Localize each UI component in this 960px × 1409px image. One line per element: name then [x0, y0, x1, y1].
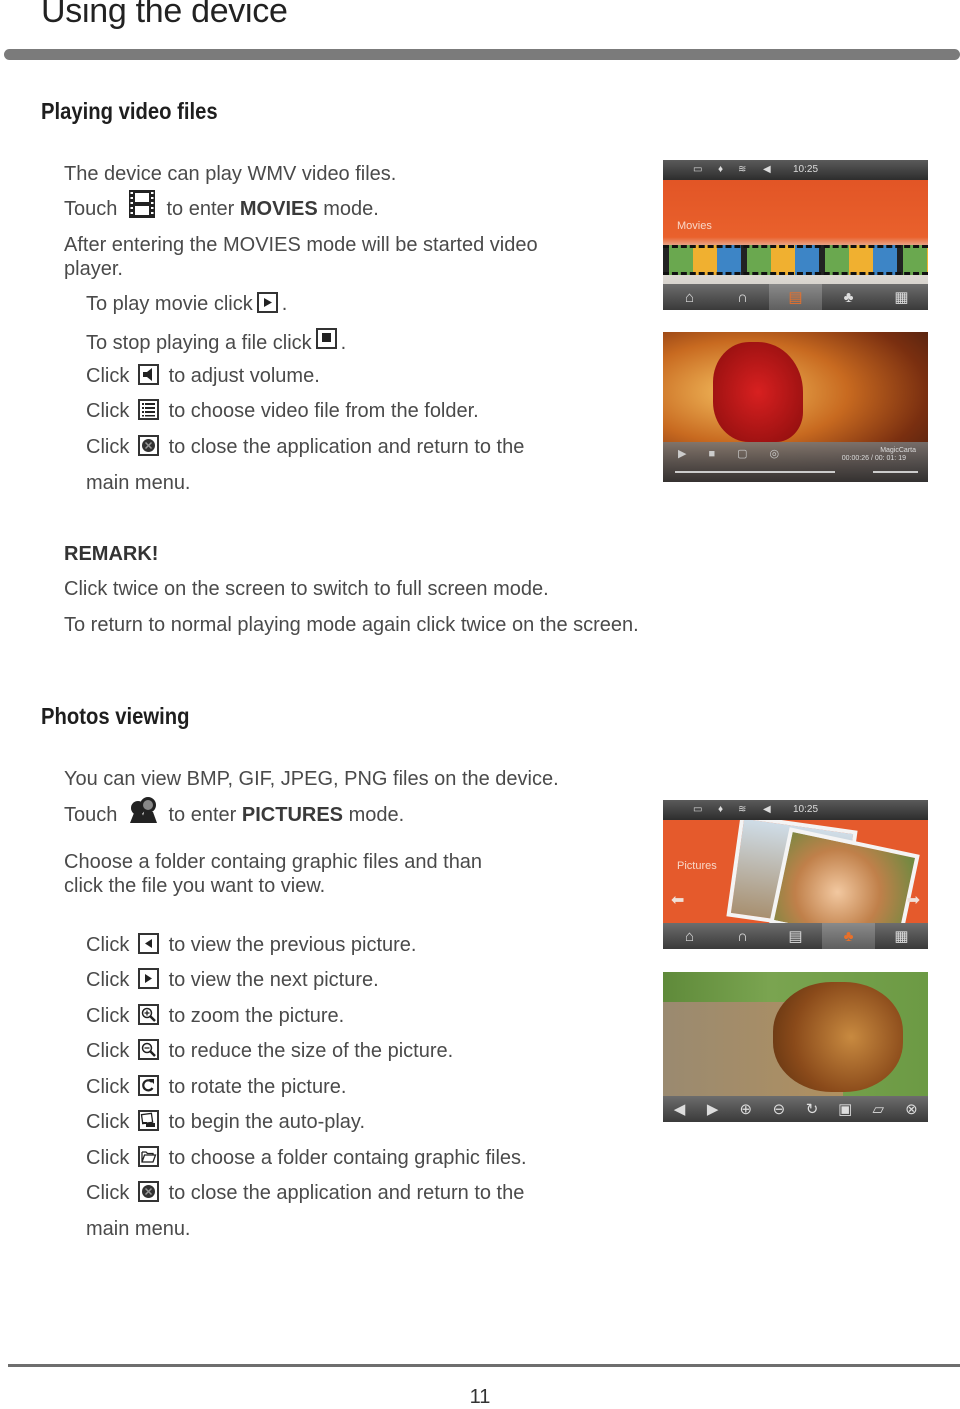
video-touch-line: Touch to enter MOVIES mode.: [64, 190, 379, 221]
picture-viewer-screenshot: ◀ ▶ ⊕ ⊖ ↻ ▣ ▱ ⊗: [663, 972, 928, 1122]
movies-menu-screenshot: ▭ ♦ ≋ ◀ 10:25 Movies ⌂ ∩ ▤ ♣ ▦: [663, 160, 928, 310]
photos-choose-line2: click the file you want to view.: [64, 875, 326, 897]
status-bar: ▭ ♦ ≋ ◀ 10:25: [663, 160, 928, 180]
pictures-icon: [129, 797, 157, 823]
close-instruction-video-cont: main menu.: [86, 472, 191, 494]
dock-pictures-icon: ♣: [843, 288, 854, 306]
folder-instruction: Click to choose a folder containg graphi…: [86, 1146, 527, 1169]
video-intro: The device can play WMV video files.: [64, 163, 397, 185]
folder-icon: [138, 1146, 159, 1167]
top-divider: [4, 49, 960, 60]
tb-close-icon: ⊗: [905, 1101, 918, 1118]
video-after-line2: player.: [64, 258, 123, 280]
dock-pictures-icon: ♣: [822, 923, 875, 949]
close-instruction-video: Click to close the application and retur…: [86, 435, 525, 458]
tb-previous-icon: ◀: [673, 1101, 686, 1118]
page-title: Using the device: [41, 0, 288, 30]
slideshow-instruction: Click to begin the auto-play.: [86, 1110, 365, 1133]
close-icon: [138, 435, 159, 456]
photos-intro: You can view BMP, GIF, JPEG, PNG files o…: [64, 768, 559, 790]
screen-label: Movies: [677, 220, 712, 232]
tb-folder-icon: ▱: [872, 1101, 885, 1118]
play-icon: [256, 292, 278, 313]
mode-name: PICTURES: [241, 804, 344, 826]
dock-music-icon: ∩: [737, 927, 748, 945]
screen-dock: ⌂ ∩ ▤ ♣ ▦: [663, 284, 928, 310]
volume-icon: [138, 364, 159, 385]
previous-icon: [138, 933, 159, 954]
page-number: 11: [469, 1386, 491, 1408]
section-heading-photos: Photos viewing: [41, 703, 190, 729]
player-time: 00:00:26 / 00: 01: 19: [841, 455, 906, 462]
dock-music-icon: ∩: [737, 288, 748, 306]
tb-rotate-icon: ↻: [805, 1101, 819, 1118]
stop-icon: [315, 328, 337, 349]
zoom-in-instruction: Click to zoom the picture.: [86, 1004, 345, 1027]
progress-bar: [675, 471, 835, 473]
close-icon: [138, 1181, 159, 1202]
section-heading-video: Playing video files: [41, 98, 218, 124]
arrow-left-icon: ⬅: [671, 892, 685, 909]
arrow-right-icon: ➡: [906, 892, 920, 909]
previous-instruction: Click to view the previous picture.: [86, 933, 417, 956]
close-instruction-photos: Click to close the application and retur…: [86, 1181, 525, 1204]
next-icon: [138, 968, 159, 989]
photos-touch-line: Touch to enter PICTURES mode.: [64, 797, 404, 827]
tb-zoom-out-icon: ⊖: [772, 1101, 786, 1118]
video-after-line1: After entering the MOVIES mode will be s…: [64, 234, 538, 256]
rotate-instruction: Click to rotate the picture.: [86, 1075, 347, 1098]
next-instruction: Click to view the next picture.: [86, 968, 379, 991]
slideshow-icon: [138, 1110, 159, 1131]
movies-icon: [128, 190, 155, 218]
touch-label: Touch: [64, 198, 118, 220]
screen-label: Pictures: [677, 860, 717, 872]
viewer-toolbar: ◀ ▶ ⊕ ⊖ ↻ ▣ ▱ ⊗: [663, 1096, 928, 1122]
dock-movies-icon: ▤: [788, 928, 803, 945]
zoom-in-icon: [138, 1004, 159, 1025]
zoom-out-icon: [138, 1039, 159, 1060]
stop-instruction: To stop playing a file click.: [86, 328, 346, 355]
bottom-divider: [8, 1364, 960, 1367]
screen-dock: ⌂ ∩ ▤ ♣ ▦: [663, 923, 928, 949]
movie-player-screenshot: ▶■▢◎ MagicCarta 00:00:26 / 00: 01: 19: [663, 332, 928, 482]
rotate-icon: [138, 1075, 159, 1096]
dock-movies-icon: ▤: [769, 284, 822, 310]
close-instruction-photos-cont: main menu.: [86, 1218, 191, 1240]
player-title: MagicCarta: [880, 447, 916, 454]
tb-zoom-in-icon: ⊕: [739, 1101, 753, 1118]
mode-name: MOVIES: [239, 198, 318, 220]
remark-line-1: Click twice on the screen to switch to f…: [64, 578, 549, 600]
dock-home-icon: ⌂: [684, 288, 695, 306]
zoom-out-instruction: Click to reduce the size of the picture.: [86, 1039, 454, 1062]
remark-line-2: To return to normal playing mode again c…: [64, 614, 639, 636]
list-icon: [138, 399, 159, 420]
tb-next-icon: ▶: [706, 1101, 719, 1118]
list-instruction: Click to choose video file from the fold…: [86, 399, 479, 422]
tb-slideshow-icon: ▣: [838, 1101, 853, 1118]
volume-instruction: Click to adjust volume.: [86, 364, 320, 387]
status-bar: ▭ ♦ ≋ ◀ 10:25: [663, 800, 928, 820]
pictures-menu-screenshot: ▭ ♦ ≋ ◀ 10:25 Pictures ⬅ ➡ ⌂ ∩ ▤ ♣ ▦: [663, 800, 928, 949]
player-controls: ▶■▢◎: [678, 448, 802, 460]
dock-home-icon: ⌂: [684, 927, 695, 945]
play-instruction: To play movie click.: [86, 292, 288, 315]
dock-text-icon: ▦: [894, 928, 909, 945]
remark-title: REMARK!: [64, 543, 159, 565]
volume-slider: [873, 471, 918, 473]
dock-text-icon: ▦: [894, 289, 909, 306]
photos-choose-line1: Choose a folder containg graphic files a…: [64, 851, 483, 873]
